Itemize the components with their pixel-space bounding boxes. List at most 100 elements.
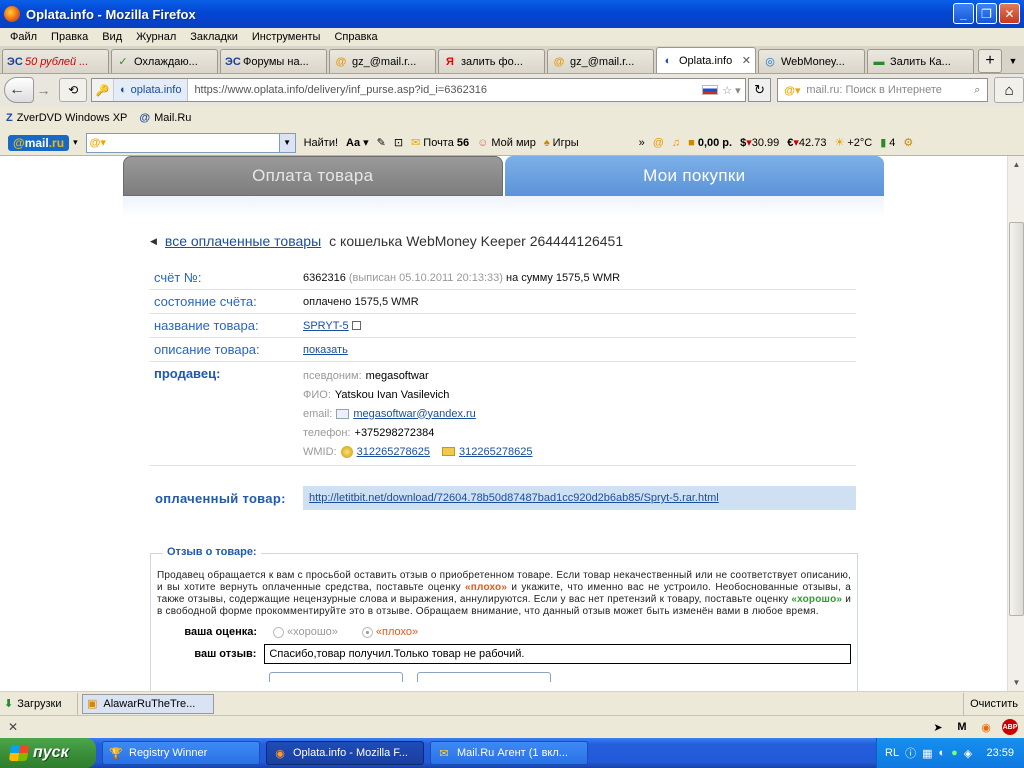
close-button[interactable]: ✕ bbox=[999, 3, 1020, 24]
forward-button[interactable]: → bbox=[34, 79, 54, 101]
browser-tab[interactable]: Язалить фо... bbox=[438, 49, 545, 73]
agent-icon[interactable]: @ bbox=[653, 137, 664, 149]
menu-file[interactable]: Файл bbox=[3, 31, 44, 43]
search-input[interactable]: @▾ mail.ru: Поиск в Интернете ⌕ bbox=[777, 78, 989, 102]
start-button[interactable]: пуск bbox=[0, 738, 96, 768]
menu-help[interactable]: Справка bbox=[327, 31, 384, 43]
highlight-icon[interactable]: ✎ bbox=[377, 136, 386, 149]
mail-button[interactable]: ✉ Почта 56 bbox=[411, 136, 469, 150]
gear-icon[interactable]: ⚙ bbox=[903, 136, 913, 149]
bookmark-mailru[interactable]: @ Mail.Ru bbox=[139, 112, 191, 124]
all-paid-products-link[interactable]: все оплаченные товары bbox=[165, 233, 321, 249]
chevron-down-icon[interactable]: ▼ bbox=[278, 133, 295, 152]
cursor-icon[interactable]: ➤ bbox=[930, 719, 946, 735]
seller-row: продавец: псевдоним: megasoftwar ФИО: Yats… bbox=[150, 362, 856, 466]
people-icon: ☺ bbox=[477, 136, 489, 149]
browser-tab[interactable]: ЭС 50 рублей ... bbox=[2, 49, 109, 73]
new-tab-button[interactable]: + bbox=[978, 49, 1002, 73]
bookmark-zverdvd[interactable]: Z ZverDVD Windows XP bbox=[6, 112, 127, 124]
browser-tab[interactable]: @ gz_@mail.r... bbox=[329, 49, 436, 73]
reload-button[interactable]: ↻ bbox=[747, 78, 772, 102]
product-link[interactable]: SPRYT-5 bbox=[303, 320, 349, 332]
close-tab-icon[interactable]: ✕ bbox=[742, 54, 751, 67]
volume-icon[interactable]: ◐ bbox=[938, 747, 945, 759]
search-page-icon[interactable]: ⊡ bbox=[394, 136, 403, 149]
antivirus-icon[interactable]: ◈ bbox=[964, 747, 972, 760]
close-statusbar-icon[interactable]: ✕ bbox=[8, 720, 18, 734]
download-item[interactable]: ▣ AlawarRuTheTre... bbox=[82, 693, 214, 714]
page-content: Оплата товара Мои покупки ◀ все оплаченн… bbox=[0, 156, 1007, 691]
site-identity[interactable]: ◐ oplata.info bbox=[114, 79, 189, 101]
info-icon[interactable]: ⓘ bbox=[905, 745, 916, 761]
mailru-search-icon[interactable]: @▾ bbox=[778, 84, 806, 97]
network-icon[interactable]: ▦ bbox=[922, 747, 932, 760]
bookmark-star-icon[interactable]: ☆ ▾ bbox=[722, 84, 740, 97]
search-icon[interactable]: ⌕ bbox=[967, 84, 987, 97]
restore-button[interactable]: ❐ bbox=[976, 3, 997, 24]
menu-history[interactable]: Журнал bbox=[129, 31, 183, 43]
firefox-icon[interactable]: ◉ bbox=[978, 719, 994, 735]
mailru-search-input[interactable]: @▾ ▼ bbox=[85, 132, 296, 153]
download-link[interactable]: http://letitbit.net/download/72604.78b50… bbox=[309, 492, 719, 504]
music-icon[interactable]: ♫ bbox=[672, 137, 680, 149]
taskbar-item-active[interactable]: ◉ Oplata.info - Mozilla F... bbox=[266, 741, 424, 765]
traffic-button[interactable]: ▮ 4 bbox=[880, 136, 895, 150]
browser-tab[interactable]: ЭС Форумы на... bbox=[220, 49, 327, 73]
menu-tools[interactable]: Инструменты bbox=[245, 31, 328, 43]
eur-rate[interactable]: € ▾ 42.73 bbox=[787, 136, 826, 150]
chevron-down-icon[interactable]: ▾ bbox=[73, 137, 78, 148]
history-button[interactable]: ⟲ bbox=[59, 78, 88, 102]
menu-bookmarks[interactable]: Закладки bbox=[183, 31, 245, 43]
tab-pay-product[interactable]: Оплата товара bbox=[123, 156, 503, 196]
message-icon[interactable] bbox=[442, 447, 456, 456]
more-icon[interactable]: » bbox=[639, 137, 645, 149]
games-button[interactable]: ♠ Игры bbox=[544, 137, 579, 149]
reset-button[interactable] bbox=[417, 672, 551, 682]
scroll-down-icon[interactable]: ▼ bbox=[1008, 674, 1024, 691]
external-link-icon[interactable] bbox=[351, 320, 361, 330]
myworld-button[interactable]: ☺ Мой мир bbox=[477, 137, 536, 149]
adblock-icon[interactable]: ABP bbox=[1002, 719, 1018, 735]
vertical-scrollbar[interactable]: ▲ ▼ bbox=[1007, 156, 1024, 691]
menu-view[interactable]: Вид bbox=[95, 31, 129, 43]
browser-tab-active[interactable]: ◐ Oplata.info ✕ bbox=[656, 47, 756, 73]
seller-email-link[interactable]: megasoftwar@yandex.ru bbox=[353, 408, 475, 420]
scroll-thumb[interactable] bbox=[1009, 222, 1024, 616]
browser-tab[interactable]: ▬ Залить Ка... bbox=[867, 49, 974, 73]
tab-my-purchases[interactable]: Мои покупки bbox=[504, 156, 884, 196]
browser-tab[interactable]: ✓ Охлаждаю... bbox=[111, 49, 218, 73]
url-bar[interactable]: 🔑 ◐ oplata.info https://www.oplata.info/d… bbox=[91, 78, 746, 102]
balance-button[interactable]: ■ 0,00 р. bbox=[688, 137, 732, 149]
wmid-link[interactable]: 312265278625 bbox=[357, 446, 430, 458]
rating-bad-radio[interactable]: «плохо» bbox=[361, 626, 418, 638]
submit-button[interactable] bbox=[269, 672, 403, 682]
home-button[interactable]: ⌂ bbox=[994, 77, 1024, 103]
mailru-logo[interactable]: @mail.ru bbox=[8, 134, 70, 151]
browser-tab[interactable]: @ gz_@mail.r... bbox=[547, 49, 654, 73]
wmid-message-link[interactable]: 312265278625 bbox=[459, 446, 532, 458]
usd-rate[interactable]: $ ▾ 30.99 bbox=[740, 136, 779, 150]
reload-icon: ↻ bbox=[754, 82, 765, 97]
weather-button[interactable]: ☀ +2°C bbox=[834, 136, 872, 150]
text-size-icon[interactable]: Aa ▾ bbox=[346, 136, 369, 150]
review-textarea[interactable]: Спасибо,товар получил.Только товар не ра… bbox=[264, 644, 851, 664]
find-button[interactable]: Найти! bbox=[304, 137, 338, 149]
agent-tray-icon[interactable]: ● bbox=[951, 747, 958, 759]
url-text[interactable]: https://www.oplata.info/delivery/inf_pur… bbox=[188, 84, 702, 96]
downloads-button[interactable]: ⬇ Загрузки bbox=[0, 692, 78, 715]
minimize-button[interactable]: _ bbox=[953, 3, 974, 24]
menu-edit[interactable]: Правка bbox=[44, 31, 95, 43]
language-indicator[interactable]: RL bbox=[885, 747, 899, 759]
show-description-link[interactable]: показать bbox=[303, 344, 348, 356]
taskbar-item[interactable]: ✉ Mail.Ru Агент (1 вкл... bbox=[430, 741, 588, 765]
scroll-up-icon[interactable]: ▲ bbox=[1008, 156, 1024, 173]
firefox-icon: ◉ bbox=[275, 747, 285, 760]
rating-good-radio[interactable]: «хорошо» bbox=[273, 626, 338, 638]
browser-tab[interactable]: ◎ WebMoney... bbox=[758, 49, 865, 73]
key-icon[interactable]: 🔑 bbox=[92, 79, 115, 101]
back-button[interactable]: ← bbox=[4, 77, 34, 103]
clear-downloads-button[interactable]: Очистить bbox=[963, 692, 1018, 715]
tab-list-icon[interactable]: ▼ bbox=[1002, 49, 1024, 73]
gmail-icon[interactable]: M bbox=[954, 719, 970, 735]
taskbar-item[interactable]: 🏆 Registry Winner bbox=[102, 741, 260, 765]
